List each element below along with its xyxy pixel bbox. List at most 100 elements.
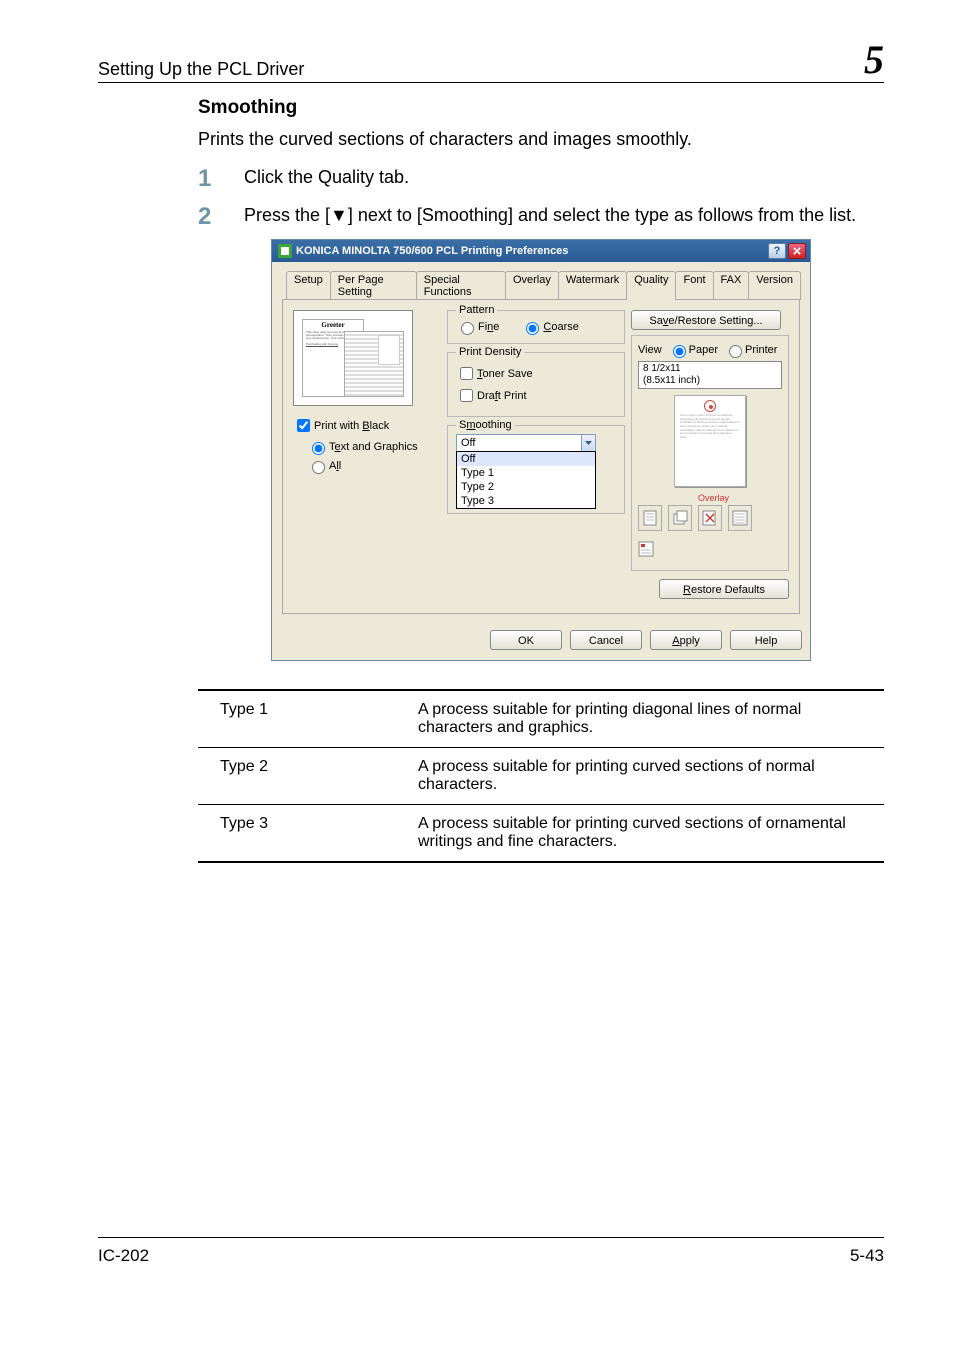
all-input[interactable] — [312, 461, 325, 474]
tabstrip: Setup Per Page Setting Special Functions… — [282, 271, 800, 300]
smoothing-option-type3[interactable]: Type 3 — [457, 494, 595, 508]
sample-greeter-text: Greeter — [303, 322, 363, 329]
view-printer-label: Printer — [745, 344, 777, 356]
tab-version[interactable]: Version — [748, 271, 801, 300]
tab-fax[interactable]: FAX — [713, 271, 750, 300]
tab-setup[interactable]: Setup — [286, 271, 331, 300]
pattern-coarse-label: Coarse — [543, 321, 578, 333]
type-description-table: Type 1 A process suitable for printing d… — [198, 689, 884, 863]
ok-button[interactable]: OK — [490, 630, 562, 650]
view-printer-input[interactable] — [729, 345, 742, 358]
option-icon-5[interactable] — [638, 541, 654, 557]
text-graphics-label: Text and Graphics — [329, 441, 418, 453]
restore-defaults-button[interactable]: Restore Defaults — [659, 579, 789, 599]
document-list-icon — [638, 541, 654, 557]
type2-desc: A process suitable for printing curved s… — [408, 748, 884, 805]
chapter-number: 5 — [864, 40, 884, 80]
view-paper-input[interactable] — [673, 345, 686, 358]
density-group: Print Density Toner Save Draft Print — [447, 352, 625, 417]
smoothing-option-type1[interactable]: Type 1 — [457, 466, 595, 480]
print-with-black-checkbox[interactable]: Print with Black — [293, 416, 441, 435]
print-with-black-label: Print with Black — [314, 420, 389, 432]
footer-left: IC-202 — [98, 1246, 149, 1266]
pattern-coarse-input[interactable] — [526, 322, 539, 335]
table-row: Type 3 A process suitable for printing c… — [198, 805, 884, 863]
footer: IC-202 5-43 — [98, 1237, 884, 1266]
paper-size-line2: (8.5x11 inch) — [643, 375, 777, 387]
pattern-group-title: Pattern — [456, 304, 497, 316]
smoothing-selected: Off — [461, 437, 475, 449]
printing-preferences-dialog: KONICA MINOLTA 750/600 PCL Printing Pref… — [271, 239, 811, 661]
apply-button[interactable]: Apply — [650, 630, 722, 650]
type3-name: Type 3 — [198, 805, 408, 863]
pattern-fine-input[interactable] — [461, 322, 474, 335]
list-icon — [732, 510, 748, 526]
overlay-icon-label: Overlay — [698, 493, 722, 503]
option-icon-3[interactable] — [698, 505, 722, 531]
smoothing-combobox[interactable]: Off — [456, 434, 596, 452]
draft-print-input[interactable] — [460, 389, 473, 402]
app-icon — [278, 244, 292, 258]
smoothing-option-off[interactable]: Off — [457, 452, 595, 466]
save-restore-button[interactable]: Save/Restore Setting... — [631, 310, 781, 330]
close-button[interactable] — [788, 243, 806, 259]
all-radio[interactable]: All — [307, 458, 441, 474]
divider — [98, 82, 884, 83]
density-group-title: Print Density — [456, 346, 524, 358]
section-intro: Prints the curved sections of characters… — [198, 127, 884, 151]
quality-panel: Greeter This shop uses services of an ou… — [282, 299, 800, 614]
smoothing-group-title: Smoothing — [456, 419, 515, 431]
close-icon — [793, 247, 801, 255]
all-label: All — [329, 460, 341, 472]
help-button[interactable]: ? — [768, 243, 786, 259]
view-paper-label: Paper — [689, 344, 718, 356]
smoothing-option-type2[interactable]: Type 2 — [457, 480, 595, 494]
toner-save-label: Toner Save — [477, 368, 533, 380]
page-title: Smoothing — [198, 97, 884, 119]
view-group: View Paper Printer — [631, 335, 789, 571]
tab-watermark[interactable]: Watermark — [558, 271, 627, 300]
tab-per-page[interactable]: Per Page Setting — [330, 271, 417, 300]
header-section: Setting Up the PCL Driver — [98, 59, 864, 80]
pattern-fine-radio[interactable]: Fine — [456, 319, 499, 335]
titlebar: KONICA MINOLTA 750/600 PCL Printing Pref… — [272, 240, 810, 262]
table-row: Type 1 A process suitable for printing d… — [198, 690, 884, 748]
type1-name: Type 1 — [198, 690, 408, 748]
option-icon-4[interactable] — [728, 505, 752, 531]
option-icon-2[interactable] — [668, 505, 692, 531]
step-text-2: Press the [▼] next to [Smoothing] and se… — [244, 203, 884, 231]
print-with-black-input[interactable] — [297, 419, 310, 432]
help-button-bottom[interactable]: Help — [730, 630, 802, 650]
view-printer-radio[interactable]: Printer — [724, 342, 777, 358]
smoothing-dropdown-arrow[interactable] — [581, 435, 595, 451]
draft-print-checkbox[interactable]: Draft Print — [456, 386, 616, 405]
text-graphics-radio[interactable]: Text and Graphics — [307, 439, 441, 455]
overlay-icon — [702, 510, 718, 526]
tab-quality[interactable]: Quality — [626, 271, 676, 300]
sample-preview: Greeter This shop uses services of an ou… — [293, 310, 413, 406]
step-text-1: Click the Quality tab. — [244, 165, 884, 193]
cancel-button[interactable]: Cancel — [570, 630, 642, 650]
type1-desc: A process suitable for printing diagonal… — [408, 690, 884, 748]
toner-save-input[interactable] — [460, 367, 473, 380]
chevron-down-icon — [585, 441, 592, 445]
view-label: View — [638, 344, 662, 356]
page-icon — [643, 510, 657, 526]
paper-size-line1: 8 1/2x11 — [643, 363, 777, 375]
tab-font[interactable]: Font — [675, 271, 713, 300]
dialog-button-row: OK Cancel Apply Help — [272, 630, 810, 660]
type2-name: Type 2 — [198, 748, 408, 805]
pattern-group: Pattern Fine Coarse — [447, 310, 625, 344]
text-graphics-input[interactable] — [312, 442, 325, 455]
toner-save-checkbox[interactable]: Toner Save — [456, 364, 616, 383]
smoothing-listbox[interactable]: Off Type 1 Type 2 Type 3 — [456, 451, 596, 509]
option-icon-1[interactable] — [638, 505, 662, 531]
window-title: KONICA MINOLTA 750/600 PCL Printing Pref… — [296, 245, 766, 257]
smoothing-group: Smoothing Off Off — [447, 425, 625, 514]
view-paper-radio[interactable]: Paper — [668, 342, 718, 358]
pattern-coarse-radio[interactable]: Coarse — [521, 319, 578, 335]
stack-icon — [672, 510, 688, 526]
tab-special[interactable]: Special Functions — [416, 271, 506, 300]
tab-overlay[interactable]: Overlay — [505, 271, 559, 300]
pattern-fine-label: Fine — [478, 321, 499, 333]
